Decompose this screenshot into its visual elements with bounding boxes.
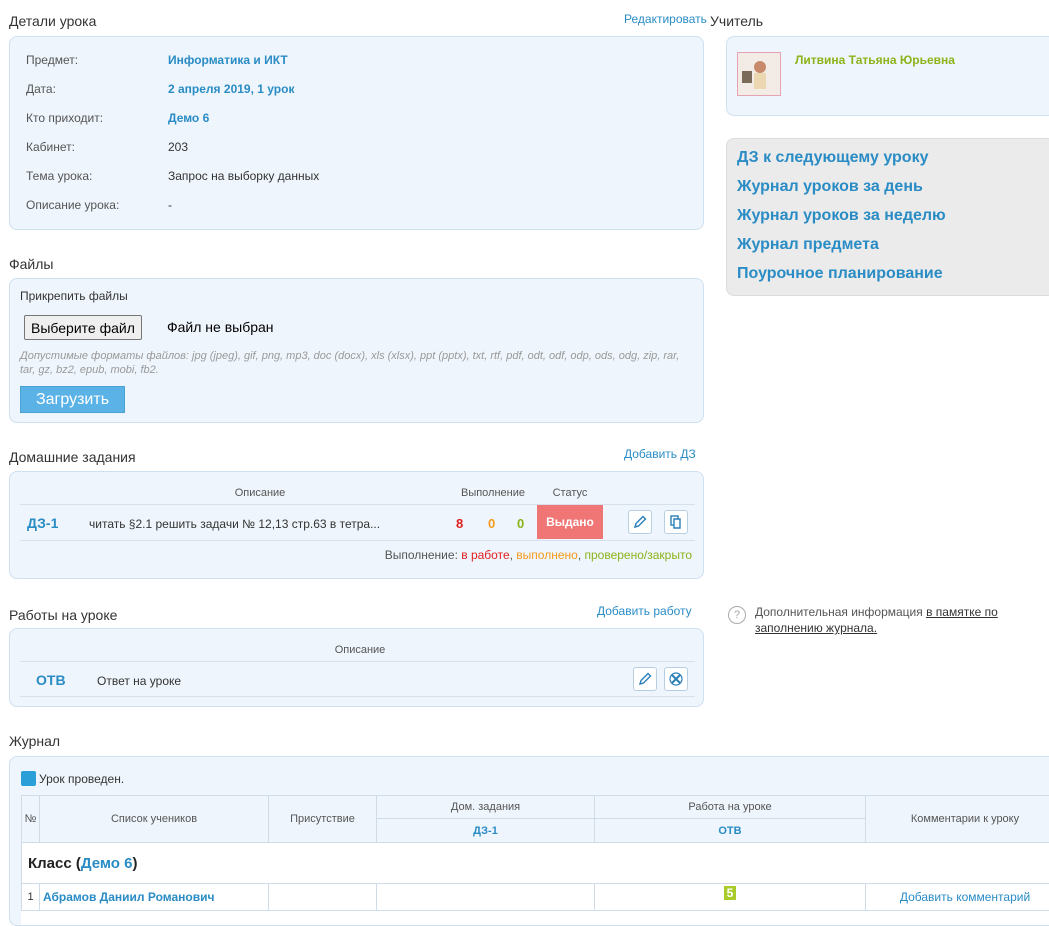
copy-icon [670,515,681,529]
work-code-link[interactable]: ОТВ [36,672,66,688]
hw-header-status: Статус [552,487,588,499]
journal-panel: Урок проведен. № Список учеников Присутс… [9,756,1049,926]
lesson-details-panel: Предмет: Информатика и ИКТ Дата: 2 апрел… [9,36,704,230]
delete-icon [669,672,683,686]
detail-label: Описание урока: [26,198,120,212]
link-subject-journal[interactable]: Журнал предмета [737,236,879,254]
info-text-block: Дополнительная информация в памятке по з… [755,604,998,636]
homework-title: Домашние задания [9,449,136,465]
files-panel: Прикрепить файлы Выберите файл Файл не в… [9,278,704,423]
hw-done-count: 0 [488,516,496,531]
delete-work-button[interactable] [664,667,688,691]
room-value: 203 [168,140,189,154]
homework-description: читать §2.1 решить задачи № 12,13 стр.63… [89,517,381,531]
header-lesson-work: Работа на уроке [594,795,866,819]
files-title: Файлы [9,256,54,272]
memo-link-part2[interactable]: заполнению журнала. [755,621,877,635]
work-header-description: Описание [334,644,386,656]
lesson-work-panel: Описание ОТВ Ответ на уроке [9,628,704,707]
edit-homework-button[interactable] [628,510,652,534]
detail-label: Дата: [26,82,56,96]
help-icon: ? [728,606,746,624]
teacher-avatar [737,52,781,96]
homework-panel: Описание Выполнение Статус ДЗ-1 читать §… [9,471,704,579]
homework-code-link[interactable]: ДЗ-1 [27,515,58,531]
allowed-formats-text: Допустимые форматы файлов: jpg (jpeg), g… [20,350,680,376]
legend-in-work: в работе [461,548,510,562]
class-row: Класс (Демо 6) [21,842,1049,884]
info-text: Дополнительная информация [755,605,923,619]
detail-label: Кабинет: [26,140,75,154]
class-heading: Класс (Демо 6) [28,855,138,872]
attach-files-label: Прикрепить файлы [20,289,128,303]
add-comment-link[interactable]: Добавить комментарий [900,890,1030,904]
header-students: Список учеников [39,795,269,843]
header-num: № [21,795,40,843]
hw-header-progress: Выполнение [460,487,526,499]
date-link[interactable]: 2 апреля 2019, 1 урок [168,81,294,97]
quick-links-panel: ДЗ к следующему уроку Журнал уроков за д… [726,138,1049,296]
work-description: Ответ на уроке [97,674,182,688]
teacher-name-link[interactable]: Литвина Татьяна Юрьевна [795,53,955,67]
copy-homework-button[interactable] [664,510,688,534]
grade-badge[interactable]: 5 [723,886,737,900]
pencil-icon [638,672,652,686]
legend-prefix: Выполнение: [384,548,458,562]
add-work-link[interactable]: Добавить работу [597,604,692,618]
header-homework-sub[interactable]: ДЗ-1 [376,818,595,843]
hw-checked-count: 0 [517,516,525,531]
progress-legend: Выполнение: в работе, выполнено, провере… [384,548,692,562]
link-homework-next[interactable]: ДЗ к следующему уроку [737,149,928,167]
homework-status-badge: Выдано [537,505,603,539]
class-link[interactable]: Демо 6 [168,110,209,126]
hw-in-work-count: 8 [456,516,464,531]
teacher-panel: Литвина Татьяна Юрьевна [726,36,1049,116]
description-value: - [168,198,172,212]
upload-button[interactable]: Загрузить [20,386,125,413]
topic-value: Запрос на выборку данных [168,169,320,183]
add-homework-link[interactable]: Добавить ДЗ [624,447,696,461]
pencil-icon [633,515,647,529]
journal-title: Журнал [9,733,61,749]
lesson-done-label: Урок проведен. [39,772,125,786]
link-journal-week[interactable]: Журнал уроков за неделю [737,207,946,225]
lesson-work-title: Работы на уроке [9,607,118,623]
edit-work-button[interactable] [633,667,657,691]
subject-link[interactable]: Информатика и ИКТ [168,52,288,68]
lesson-done-checkbox[interactable] [21,771,36,786]
header-attendance: Присутствие [268,795,377,843]
legend-done: выполнено [516,548,578,562]
header-comments: Комментарии к уроку [865,795,1049,843]
link-lesson-planning[interactable]: Поурочное планирование [737,265,943,283]
choose-file-button[interactable]: Выберите файл [24,315,142,340]
legend-checked: проверено/закрыто [584,548,692,562]
student-name-link[interactable]: Абрамов Даниил Романович [43,890,214,904]
detail-label: Предмет: [26,53,79,67]
detail-label: Кто приходит: [26,111,104,125]
hw-header-description: Описание [234,487,286,499]
edit-lesson-link[interactable]: Редактировать [624,12,707,26]
header-homework: Дом. задания [376,795,595,819]
link-journal-day[interactable]: Журнал уроков за день [737,178,923,196]
memo-link-part1[interactable]: в памятке по [926,605,998,619]
detail-label: Тема урока: [26,169,93,183]
lesson-details-title: Детали урока [9,13,97,29]
no-file-label: Файл не выбран [167,319,274,335]
journal-table: № Список учеников Присутствие Дом. задан… [21,795,1049,925]
teacher-title: Учитель [710,13,764,29]
class-name-link[interactable]: Демо 6 [81,855,133,872]
header-lesson-work-sub[interactable]: ОТВ [594,818,866,843]
